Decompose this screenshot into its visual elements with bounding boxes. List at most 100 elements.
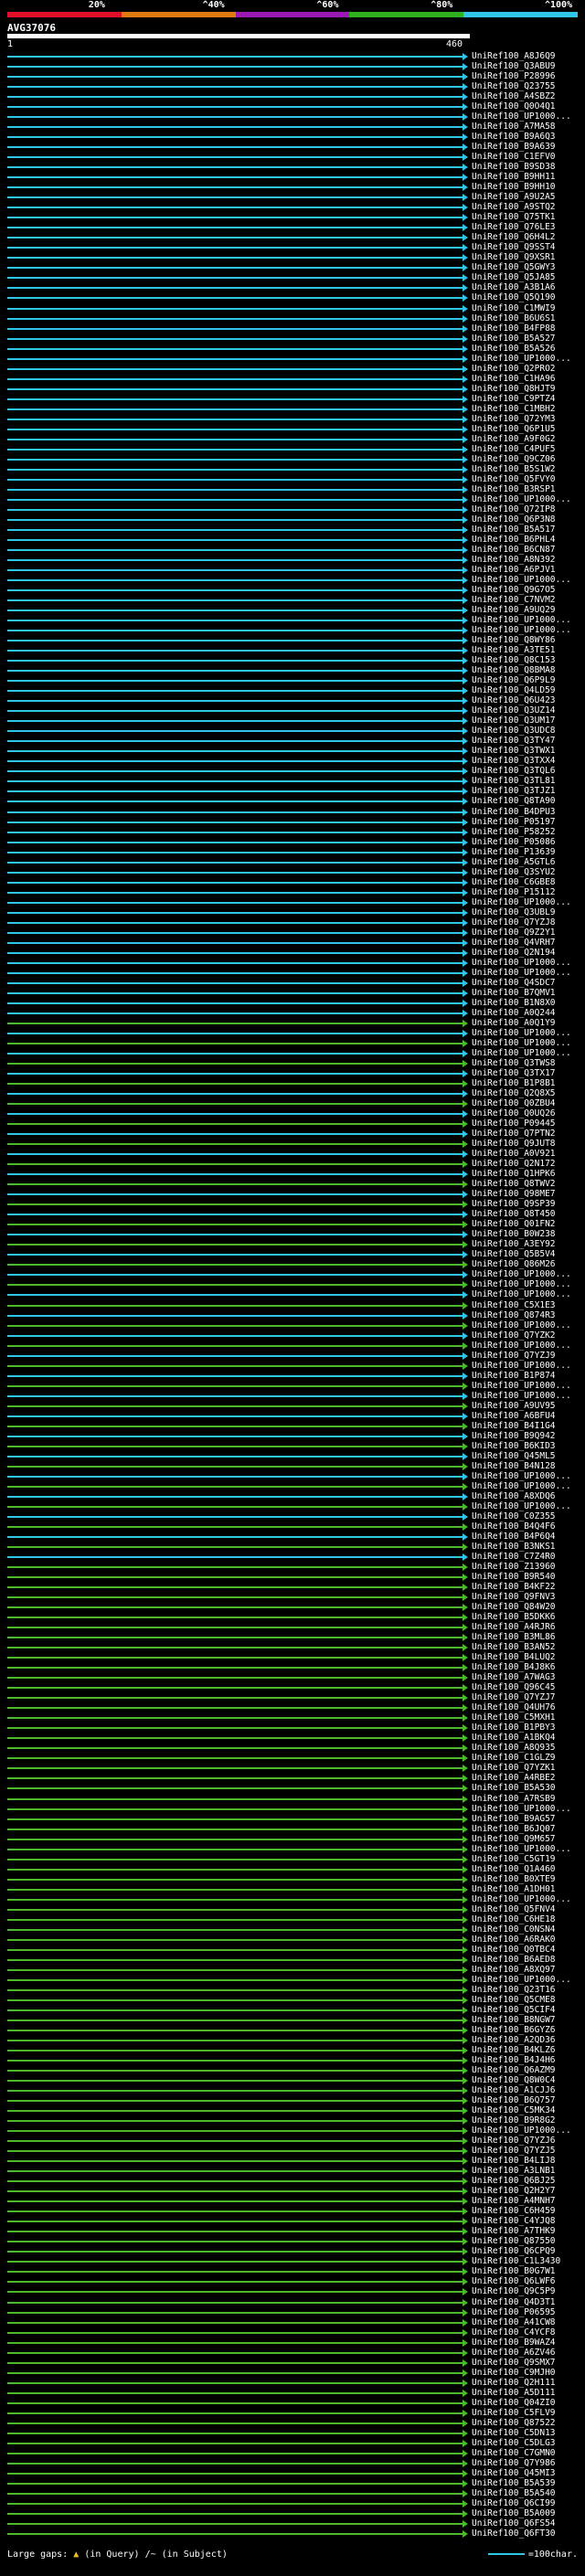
hit-name[interactable]: UniRef100_A4RBE2	[472, 1773, 556, 1783]
hit-row[interactable]: UniRef100_Q9G7O5	[0, 585, 585, 595]
hit-row[interactable]: UniRef100_Q72YM3	[0, 414, 585, 424]
hit-row[interactable]: UniRef100_A8J6Q9	[0, 51, 585, 61]
hit-name[interactable]: UniRef100_Q3SYU2	[472, 867, 556, 877]
hit-row[interactable]: UniRef100_Q6U423	[0, 695, 585, 705]
hit-row[interactable]: UniRef100_B4I1G4	[0, 1421, 585, 1431]
hit-row[interactable]: UniRef100_Q6AZM9	[0, 2065, 585, 2075]
hit-name[interactable]: UniRef100_Q2Q8X5	[472, 1088, 556, 1098]
hit-name[interactable]: UniRef100_Q3ABU9	[472, 61, 556, 71]
hit-name[interactable]: UniRef100_B4DPU3	[472, 807, 556, 817]
hit-row[interactable]: UniRef100_Q9SP39	[0, 1199, 585, 1209]
hit-row[interactable]: UniRef100_A6RAK0	[0, 1935, 585, 1945]
hit-name[interactable]: UniRef100_UP1000...	[472, 1481, 571, 1491]
hit-name[interactable]: UniRef100_B4LIJ8	[472, 2156, 556, 2166]
hit-row[interactable]: UniRef100_A7MA58	[0, 122, 585, 132]
hit-row[interactable]: UniRef100_Q3TWX1	[0, 746, 585, 756]
hit-name[interactable]: UniRef100_Q8BMA8	[472, 665, 556, 675]
hit-row[interactable]: UniRef100_A2QD36	[0, 2035, 585, 2045]
hit-row[interactable]: UniRef100_A5D111	[0, 2388, 585, 2398]
hit-row[interactable]: UniRef100_Q9FNV3	[0, 1592, 585, 1602]
hit-name[interactable]: UniRef100_Q5FNV4	[472, 1904, 556, 1914]
hit-name[interactable]: UniRef100_Q2PRO2	[472, 364, 556, 374]
hit-name[interactable]: UniRef100_B0G7W1	[472, 2266, 556, 2276]
hit-row[interactable]: UniRef100_Q3UZ14	[0, 705, 585, 716]
hit-name[interactable]: UniRef100_B6PHL4	[472, 535, 556, 545]
hit-row[interactable]: UniRef100_Q3TJZ1	[0, 786, 585, 796]
hit-row[interactable]: UniRef100_Q76LE3	[0, 222, 585, 232]
hit-name[interactable]: UniRef100_B4J8K6	[472, 1662, 556, 1672]
hit-name[interactable]: UniRef100_Q3TL81	[472, 776, 556, 786]
hit-name[interactable]: UniRef100_Q45ML5	[472, 1451, 556, 1461]
hit-row[interactable]: UniRef100_Q0TBC4	[0, 1945, 585, 1955]
hit-row[interactable]: UniRef100_Q01FN2	[0, 1219, 585, 1229]
hit-row[interactable]: UniRef100_Q3ABU9	[0, 61, 585, 71]
hit-row[interactable]: UniRef100_P15112	[0, 887, 585, 897]
hit-row[interactable]: UniRef100_Z13960	[0, 1562, 585, 1572]
hit-name[interactable]: UniRef100_Q6FS54	[472, 2518, 556, 2528]
hit-row[interactable]: UniRef100_B5A530	[0, 1783, 585, 1793]
hit-row[interactable]: UniRef100_A6BFU4	[0, 1411, 585, 1421]
hit-row[interactable]: UniRef100_Q6CPQ9	[0, 2246, 585, 2256]
hit-name[interactable]: UniRef100_B9A639	[472, 142, 556, 152]
hit-name[interactable]: UniRef100_A1DH01	[472, 1884, 556, 1894]
hit-row[interactable]: UniRef100_UP1000...	[0, 111, 585, 122]
hit-name[interactable]: UniRef100_C7GMN0	[472, 2448, 556, 2458]
hit-row[interactable]: UniRef100_UP1000...	[0, 1471, 585, 1481]
hit-row[interactable]: UniRef100_C5GT19	[0, 1854, 585, 1864]
hit-name[interactable]: UniRef100_B6U6S1	[472, 313, 556, 323]
hit-name[interactable]: UniRef100_Q3TX17	[472, 1068, 556, 1078]
hit-name[interactable]: UniRef100_A6ZV46	[472, 2348, 556, 2358]
hit-row[interactable]: UniRef100_A4RBE2	[0, 1773, 585, 1783]
hit-name[interactable]: UniRef100_Q1A460	[472, 1864, 556, 1874]
hit-row[interactable]: UniRef100_C5X1E3	[0, 1300, 585, 1310]
hit-name[interactable]: UniRef100_Q5JA85	[472, 272, 556, 282]
hit-name[interactable]: UniRef100_UP1000...	[472, 1975, 571, 1985]
hit-row[interactable]: UniRef100_A4SBZ2	[0, 91, 585, 101]
hit-row[interactable]: UniRef100_A5GTL6	[0, 857, 585, 867]
hit-row[interactable]: UniRef100_UP1000...	[0, 1975, 585, 1985]
hit-name[interactable]: UniRef100_C0NSN4	[472, 1924, 556, 1935]
hit-name[interactable]: UniRef100_UP1000...	[472, 494, 571, 504]
hit-row[interactable]: UniRef100_Q7YZJ7	[0, 1692, 585, 1702]
hit-name[interactable]: UniRef100_UP1000...	[472, 1381, 571, 1391]
hit-row[interactable]: UniRef100_A1CJJ6	[0, 2085, 585, 2095]
hit-name[interactable]: UniRef100_Q6LWF6	[472, 2276, 556, 2286]
hit-name[interactable]: UniRef100_C4PUF5	[472, 444, 556, 454]
hit-name[interactable]: UniRef100_Q7YZJ7	[472, 1692, 556, 1702]
hit-name[interactable]: UniRef100_B1PBY3	[472, 1723, 556, 1733]
hit-name[interactable]: UniRef100_Q6AZM9	[472, 2065, 556, 2075]
hit-name[interactable]: UniRef100_Q9FNV3	[472, 1592, 556, 1602]
hit-name[interactable]: UniRef100_C9MJH0	[472, 2368, 556, 2378]
hit-row[interactable]: UniRef100_UP1000...	[0, 1381, 585, 1391]
hit-name[interactable]: UniRef100_Q6U423	[472, 695, 556, 705]
hit-name[interactable]: UniRef100_A1BKQ4	[472, 1733, 556, 1743]
hit-row[interactable]: UniRef100_A8XQ97	[0, 1965, 585, 1975]
hit-row[interactable]: UniRef100_C0Z355	[0, 1511, 585, 1521]
hit-row[interactable]: UniRef100_Q23755	[0, 81, 585, 91]
hit-row[interactable]: UniRef100_UP1000...	[0, 1391, 585, 1401]
hit-row[interactable]: UniRef100_B4KLZ6	[0, 2045, 585, 2055]
hit-name[interactable]: UniRef100_Q86M26	[472, 1259, 556, 1269]
hit-name[interactable]: UniRef100_P09445	[472, 1118, 556, 1129]
hit-name[interactable]: UniRef100_B6KID3	[472, 1441, 556, 1451]
hit-name[interactable]: UniRef100_UP1000...	[472, 1048, 571, 1058]
hit-row[interactable]: UniRef100_B6Q757	[0, 2095, 585, 2105]
hit-row[interactable]: UniRef100_B9WAZ4	[0, 2337, 585, 2348]
hit-name[interactable]: UniRef100_B9SD38	[472, 162, 556, 172]
hit-name[interactable]: UniRef100_Q7YZK2	[472, 1330, 556, 1341]
hit-row[interactable]: UniRef100_Q0UQ26	[0, 1108, 585, 1118]
hit-name[interactable]: UniRef100_Q5GWY3	[472, 262, 556, 272]
hit-row[interactable]: UniRef100_Q3TL81	[0, 776, 585, 786]
hit-row[interactable]: UniRef100_Q9XSR1	[0, 252, 585, 262]
hit-name[interactable]: UniRef100_B9R8G2	[472, 2115, 556, 2125]
hit-name[interactable]: UniRef100_A5GTL6	[472, 857, 556, 867]
hit-name[interactable]: UniRef100_B3AN52	[472, 1642, 556, 1652]
hit-row[interactable]: UniRef100_Q23T16	[0, 1985, 585, 1995]
hit-name[interactable]: UniRef100_C5GT19	[472, 1854, 556, 1864]
hit-name[interactable]: UniRef100_B5A530	[472, 1783, 556, 1793]
hit-row[interactable]: UniRef100_P28996	[0, 71, 585, 81]
hit-name[interactable]: UniRef100_C1MBH2	[472, 404, 556, 414]
hit-name[interactable]: UniRef100_Q6P9L9	[472, 675, 556, 685]
hit-row[interactable]: UniRef100_Q4UH76	[0, 1702, 585, 1712]
hit-row[interactable]: UniRef100_B4LIJ8	[0, 2156, 585, 2166]
